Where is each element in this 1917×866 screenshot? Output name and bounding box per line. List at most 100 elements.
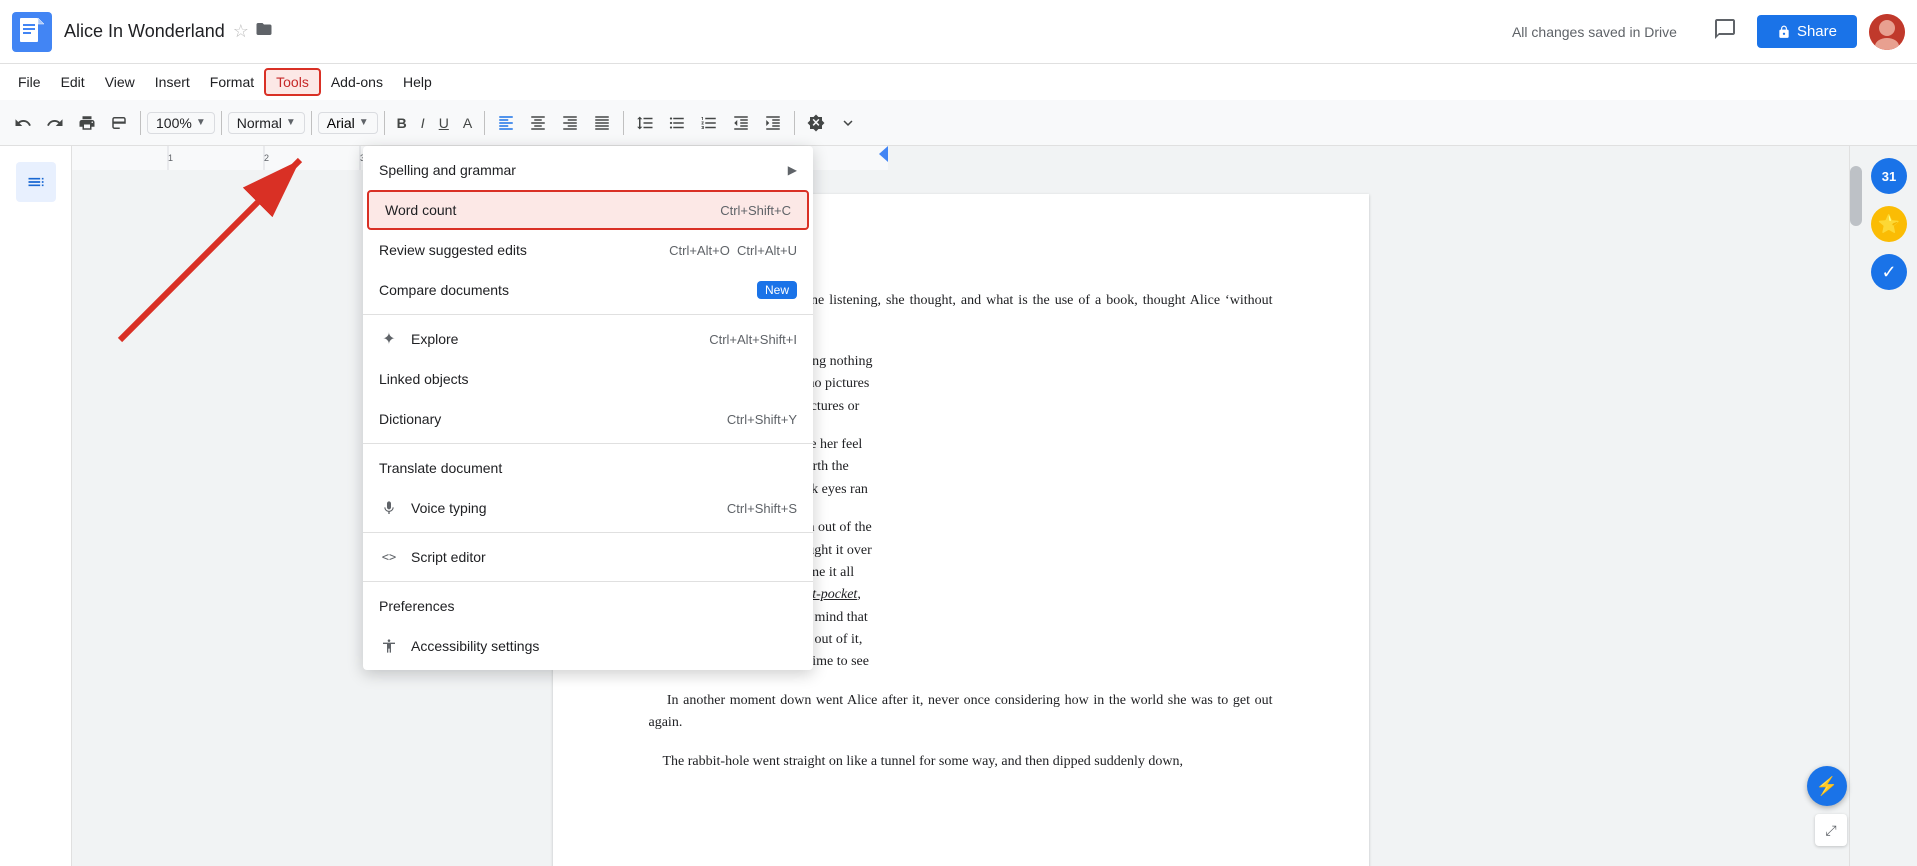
review-label: Review suggested edits — [379, 242, 669, 258]
preferences-label: Preferences — [379, 598, 797, 614]
translate-label: Translate document — [379, 460, 797, 476]
font-family-label: Arial — [327, 115, 355, 131]
menu-item-compare[interactable]: Compare documents New — [363, 270, 813, 310]
share-label: Share — [1797, 23, 1837, 40]
zoom-label: 100% — [156, 115, 192, 131]
explore-label: Explore — [411, 331, 709, 347]
spelling-arrow-icon: ▶ — [788, 163, 797, 177]
svg-text:1: 1 — [168, 153, 173, 163]
divider-5 — [484, 111, 485, 135]
expand-button[interactable]: ⤢ — [1815, 814, 1847, 846]
explore-icon: ✦ — [379, 329, 399, 349]
share-button[interactable]: Share — [1757, 15, 1857, 48]
review-shortcut: Ctrl+Alt+O Ctrl+Alt+U — [669, 243, 797, 258]
style-label: Normal — [237, 115, 282, 131]
left-sidebar — [0, 146, 72, 866]
accessibility-icon — [379, 636, 399, 656]
accessibility-label: Accessibility settings — [411, 638, 797, 654]
clear-formatting-button[interactable] — [801, 110, 831, 136]
divider-3 — [311, 111, 312, 135]
menu-item-spelling[interactable]: Spelling and grammar ▶ — [363, 150, 813, 190]
text-color-button[interactable]: A — [457, 111, 478, 135]
linked-objects-label: Linked objects — [379, 371, 797, 387]
menu-item-review[interactable]: Review suggested edits Ctrl+Alt+O Ctrl+A… — [363, 230, 813, 270]
star-sidebar-icon[interactable]: ⭐ — [1871, 206, 1907, 242]
bottom-right-actions: ⚡ ⤢ — [1807, 766, 1847, 846]
menu-addons[interactable]: Add-ons — [321, 70, 393, 94]
align-center-button[interactable] — [523, 110, 553, 136]
menu-item-preferences[interactable]: Preferences — [363, 586, 813, 626]
right-sidebar: 31 ⭐ ✓ — [1861, 146, 1917, 866]
menu-view[interactable]: View — [95, 70, 145, 94]
doc-icon — [12, 12, 52, 52]
italic-button[interactable]: I — [415, 111, 431, 135]
doc-para-6: The rabbit-hole went straight on like a … — [649, 751, 1273, 773]
main-area: 1 2 3 4 5 6 7 to begin, for there was no… — [0, 146, 1917, 866]
calendar-day: 31 — [1882, 169, 1896, 184]
menu-item-script-editor[interactable]: <> Script editor — [363, 537, 813, 577]
menu-insert[interactable]: Insert — [145, 70, 200, 94]
toolbar: 100% ▼ Normal ▼ Arial ▼ B I U A — [0, 100, 1917, 146]
menu-divider-2 — [363, 443, 813, 444]
divider-2 — [221, 111, 222, 135]
check-sidebar-icon[interactable]: ✓ — [1871, 254, 1907, 290]
menu-edit[interactable]: Edit — [51, 70, 95, 94]
decrease-indent-button[interactable] — [726, 110, 756, 136]
dictionary-label: Dictionary — [379, 411, 727, 427]
bullet-list-button[interactable] — [662, 110, 692, 136]
menu-item-translate[interactable]: Translate document — [363, 448, 813, 488]
print-button[interactable] — [72, 110, 102, 136]
font-chevron-icon: ▼ — [359, 117, 369, 128]
menu-tools[interactable]: Tools — [264, 68, 321, 96]
bold-button[interactable]: B — [391, 111, 413, 135]
increase-indent-button[interactable] — [758, 110, 788, 136]
numbered-list-button[interactable] — [694, 110, 724, 136]
menu-item-voice-typing[interactable]: Voice typing Ctrl+Shift+S — [363, 488, 813, 528]
star-icon[interactable]: ☆ — [233, 21, 249, 42]
scrollbar[interactable] — [1849, 146, 1861, 866]
avatar[interactable] — [1869, 14, 1905, 50]
zoom-control[interactable]: 100% ▼ — [147, 112, 215, 134]
underline-button[interactable]: U — [433, 111, 455, 135]
paint-format-button[interactable] — [104, 110, 134, 136]
more-options-button[interactable] — [833, 110, 863, 136]
style-control[interactable]: Normal ▼ — [228, 112, 305, 134]
calendar-icon[interactable]: 31 — [1871, 158, 1907, 194]
menu-help[interactable]: Help — [393, 70, 442, 94]
script-icon: <> — [379, 547, 399, 567]
scroll-thumb[interactable] — [1850, 166, 1862, 226]
svg-text:2: 2 — [264, 153, 269, 163]
font-family-control[interactable]: Arial ▼ — [318, 112, 378, 134]
menu-file[interactable]: File — [8, 70, 51, 94]
changes-saved-label: All changes saved in Drive — [1512, 24, 1677, 40]
script-editor-label: Script editor — [411, 549, 797, 565]
menu-item-linked-objects[interactable]: Linked objects — [363, 359, 813, 399]
align-justify-button[interactable] — [587, 110, 617, 136]
undo-button[interactable] — [8, 110, 38, 136]
sidebar-outline-icon[interactable] — [16, 162, 56, 202]
redo-button[interactable] — [40, 110, 70, 136]
divider-4 — [384, 111, 385, 135]
smart-compose-button[interactable]: ⚡ — [1807, 766, 1847, 806]
word-count-shortcut: Ctrl+Shift+C — [720, 203, 791, 218]
line-spacing-button[interactable] — [630, 110, 660, 136]
dictionary-shortcut: Ctrl+Shift+Y — [727, 412, 797, 427]
voice-typing-shortcut: Ctrl+Shift+S — [727, 501, 797, 516]
comment-button[interactable] — [1705, 13, 1745, 51]
title-right-actions: All changes saved in Drive Share — [1512, 13, 1905, 51]
menu-item-explore[interactable]: ✦ Explore Ctrl+Alt+Shift+I — [363, 319, 813, 359]
align-right-button[interactable] — [555, 110, 585, 136]
menu-item-accessibility[interactable]: Accessibility settings — [363, 626, 813, 666]
explore-shortcut: Ctrl+Alt+Shift+I — [709, 332, 797, 347]
menu-format[interactable]: Format — [200, 70, 264, 94]
menu-item-word-count[interactable]: Word count Ctrl+Shift+C — [367, 190, 809, 230]
menu-divider-3 — [363, 532, 813, 533]
folder-icon[interactable] — [255, 20, 273, 43]
doc-scroll-area[interactable]: to begin, for there was no one listening… — [72, 170, 1849, 866]
divider-6 — [623, 111, 624, 135]
divider-1 — [140, 111, 141, 135]
menu-item-dictionary[interactable]: Dictionary Ctrl+Shift+Y — [363, 399, 813, 439]
style-chevron-icon: ▼ — [286, 117, 296, 128]
align-left-button[interactable] — [491, 110, 521, 136]
compare-badge: New — [757, 281, 797, 299]
